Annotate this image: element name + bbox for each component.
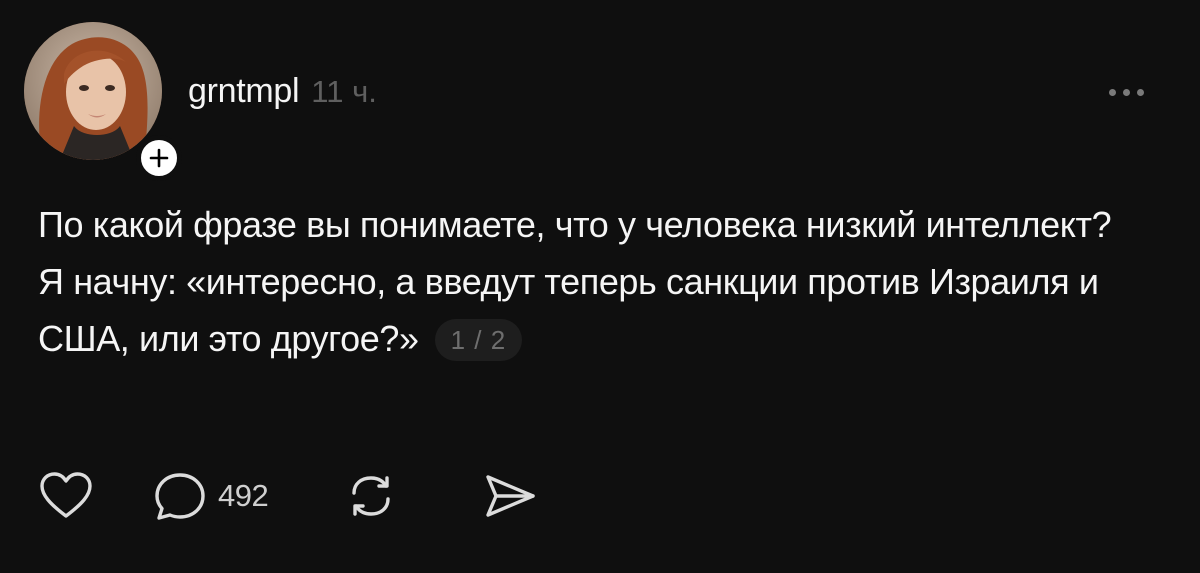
carousel-page-indicator: 1 / 2 [434,319,523,361]
repost-button[interactable] [344,469,398,523]
plus-icon [149,148,169,168]
send-icon [486,475,535,517]
post-header: grntmpl 11 ч. [188,72,377,111]
follow-button[interactable] [136,135,182,181]
post-body: По какой фразе вы понимаете, что у челов… [38,196,1148,367]
share-button[interactable] [482,471,538,521]
comment-icon [155,473,205,520]
thread-post: grntmpl 11 ч. По какой фразе вы понимает… [0,0,1200,573]
author-username[interactable]: grntmpl [188,72,300,111]
more-horizontal-icon [1108,88,1116,96]
post-text-line: Я начну: «интересно, а введут теперь сан… [38,253,1148,367]
repost-icon [352,476,390,516]
post-text-line: По какой фразе вы понимаете, что у челов… [38,204,1112,245]
avatar[interactable] [24,22,162,160]
post-text-line-content: Я начну: «интересно, а введут теперь сан… [38,261,1099,359]
more-horizontal-icon [1122,88,1130,96]
heart-icon [40,472,92,518]
like-button[interactable] [38,471,94,521]
post-actions: 492 [38,466,538,526]
post-timestamp: 11 ч. [311,74,377,109]
reply-button[interactable]: 492 [152,470,269,522]
more-horizontal-icon [1136,88,1144,96]
author-avatar-container [24,22,182,181]
person-avatar-icon [24,22,162,160]
more-options-button[interactable] [1098,80,1154,104]
reply-count: 492 [218,478,269,513]
